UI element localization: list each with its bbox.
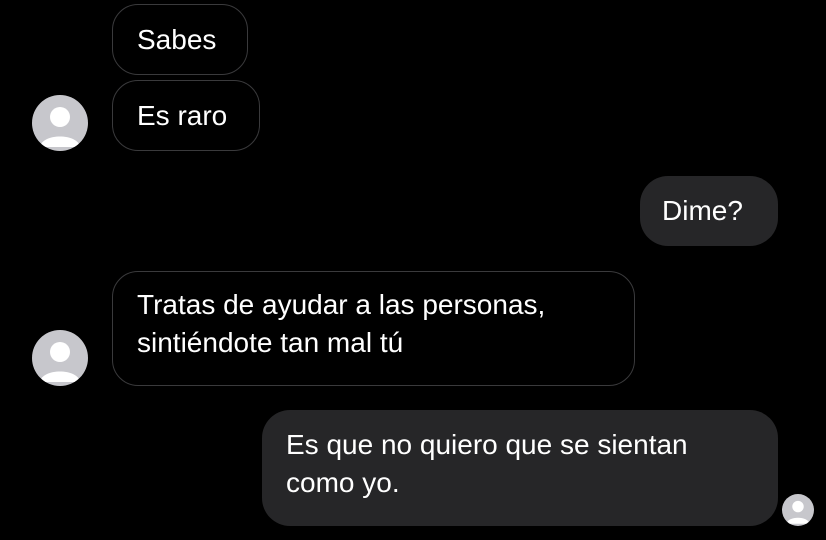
contact-avatar[interactable] — [32, 330, 88, 386]
message-text-line: como yo. — [286, 467, 400, 498]
message-text: Dime? — [662, 195, 743, 226]
message-text: Es raro — [137, 100, 228, 131]
incoming-message-bubble[interactable]: Sabes — [112, 4, 248, 75]
incoming-message-bubble[interactable]: Es raro — [112, 80, 260, 151]
message-text-line: Es que no quiero que se sientan — [286, 429, 688, 460]
default-avatar-icon — [40, 107, 80, 147]
seen-receipt-avatar — [782, 494, 814, 526]
message-text-line: sintiéndote tan mal tú — [137, 327, 404, 358]
chat-thread: Sabes Es raro Dime? Tratas de ayudar a l… — [0, 0, 826, 540]
outgoing-message-bubble[interactable]: Es que no quiero que se sientan como yo. — [262, 410, 778, 526]
default-avatar-icon — [786, 500, 810, 524]
contact-avatar[interactable] — [32, 95, 88, 151]
message-text-line: Tratas de ayudar a las personas, — [137, 289, 546, 320]
default-avatar-icon — [40, 342, 80, 382]
incoming-message-bubble[interactable]: Tratas de ayudar a las personas, sintién… — [112, 271, 635, 386]
message-text: Sabes — [137, 24, 217, 55]
outgoing-message-bubble[interactable]: Dime? — [640, 176, 778, 246]
